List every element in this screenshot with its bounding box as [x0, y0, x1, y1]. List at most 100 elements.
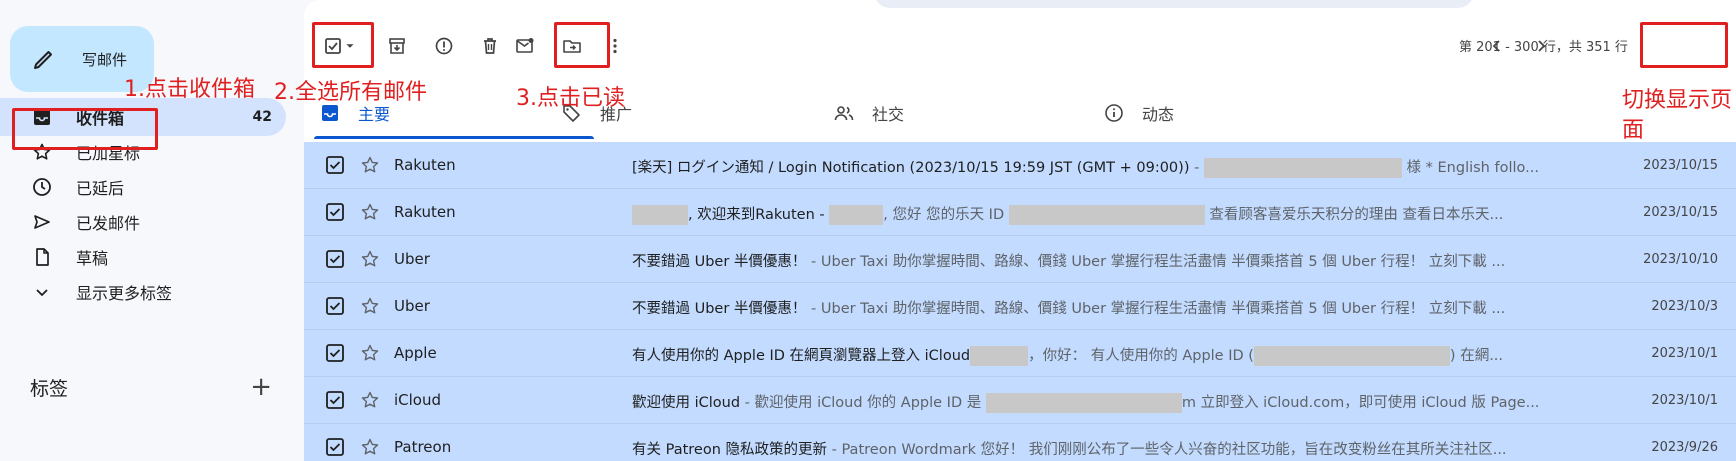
row-checkbox[interactable]	[326, 391, 344, 409]
sidebar-item-more[interactable]: 显示更多标签	[0, 273, 286, 311]
star-icon[interactable]	[360, 296, 380, 316]
sidebar-item-drafts[interactable]: 草稿	[0, 238, 286, 276]
sidebar-item-label: 显示更多标签	[76, 284, 173, 303]
email-snippet: - Uber Taxi 助你掌握時間、路線、價錢 Uber 掌握行程生活盡情 半…	[806, 301, 1506, 317]
add-label-button[interactable]: +	[250, 374, 272, 400]
email-snippet: 様 * English follo...	[1401, 160, 1539, 176]
email-date: 2023/10/1	[1651, 393, 1718, 408]
email-snippet: - Uber Taxi 助你掌握時間、路線、價錢 Uber 掌握行程生活盡情 半…	[806, 254, 1506, 270]
send-icon	[34, 215, 50, 229]
star-icon[interactable]	[360, 390, 380, 410]
row-checkbox[interactable]	[326, 438, 344, 456]
email-subject: , 欢迎来到Rakuten -	[688, 207, 830, 223]
star-icon[interactable]	[360, 202, 380, 222]
sidebar-item-starred[interactable]: 已加星标	[0, 133, 286, 171]
redacted-block	[970, 346, 1029, 366]
info-icon	[1105, 104, 1123, 122]
clock-icon	[33, 178, 51, 196]
mail-list-panel: 第 201 - 300 行，共 351 行 主要 推广 社交 动态 Rakute…	[304, 0, 1736, 461]
email-preview: 有关 Patreon 隐私政策的更新 - Patreon Wordmark 您好…	[632, 438, 1607, 459]
tab-updates[interactable]: 动态	[1104, 86, 1174, 140]
redacted-block	[1253, 346, 1450, 366]
email-snippet: ，你好： 有人使用你的 Apple ID (	[1028, 348, 1254, 364]
chevron-right-icon	[1538, 40, 1546, 52]
star-icon[interactable]	[360, 155, 380, 175]
row-checkbox[interactable]	[326, 156, 344, 174]
email-sender: Apple	[394, 344, 437, 362]
mark-as-read-button[interactable]	[510, 30, 540, 62]
email-subject: 有人使用你的 Apple ID 在網頁瀏覽器上登入 iCloud	[632, 348, 971, 364]
email-preview: 歡迎使用 iCloud - 歡迎使用 iCloud 你的 Apple ID 是 …	[632, 391, 1607, 413]
redacted-block	[1008, 205, 1205, 225]
annotation-step4-line2: 面	[1622, 118, 1645, 143]
delete-button[interactable]	[475, 30, 505, 62]
prev-page-button[interactable]	[1482, 30, 1512, 62]
sidebar-item-sent[interactable]: 已发邮件	[0, 203, 286, 241]
email-subject: 不要錯過 Uber 半價優惠！	[632, 254, 807, 270]
move-to-button[interactable]	[557, 30, 587, 62]
table-row[interactable]: Uber 不要錯過 Uber 半價優惠！ - Uber Taxi 助你掌握時間、…	[304, 283, 1736, 330]
annotation-step4-line1: 切换显示页	[1622, 88, 1733, 113]
more-actions-button[interactable]	[600, 30, 630, 62]
inbox-icon	[34, 109, 50, 125]
star-icon[interactable]	[360, 343, 380, 363]
unread-count: 42	[252, 109, 272, 125]
email-sender: Patreon	[394, 438, 452, 456]
chevron-left-icon	[1492, 40, 1500, 52]
next-page-button[interactable]	[1526, 30, 1556, 62]
sidebar-item-label: 收件箱	[76, 109, 125, 128]
search-bar[interactable]	[874, 0, 1474, 8]
row-checkbox[interactable]	[326, 250, 344, 268]
pencil-icon	[34, 51, 52, 69]
table-row[interactable]: Uber 不要錯過 Uber 半價優惠！ - Uber Taxi 助你掌握時間、…	[304, 236, 1736, 283]
email-date: 2023/10/15	[1643, 205, 1718, 220]
tab-label: 动态	[1142, 105, 1175, 124]
email-snippet: - 歡迎使用 iCloud 你的 Apple ID 是	[740, 395, 986, 411]
report-spam-button[interactable]	[429, 30, 459, 62]
star-icon	[33, 143, 51, 160]
star-icon[interactable]	[360, 249, 380, 269]
row-checkbox[interactable]	[326, 203, 344, 221]
redacted-block	[829, 205, 884, 225]
row-checkbox[interactable]	[326, 297, 344, 315]
sidebar-item-inbox[interactable]: 收件箱 42	[0, 98, 286, 136]
table-row[interactable]: iCloud 歡迎使用 iCloud - 歡迎使用 iCloud 你的 Appl…	[304, 377, 1736, 424]
email-snippet: m 立即登入 iCloud.com，即可使用 iCloud 版 Page...	[1181, 395, 1540, 411]
table-row[interactable]: Patreon 有关 Patreon 隐私政策的更新 - Patreon Wor…	[304, 424, 1736, 461]
email-subject: 歡迎使用 iCloud	[632, 395, 741, 411]
email-date: 2023/10/15	[1643, 158, 1718, 173]
active-tab-indicator	[314, 136, 594, 139]
email-sender: Uber	[394, 250, 430, 268]
email-preview: 有人使用你的 Apple ID 在網頁瀏覽器上登入 iCloud ，你好： 有人使…	[632, 344, 1607, 366]
row-checkbox[interactable]	[326, 344, 344, 362]
star-icon[interactable]	[360, 437, 380, 457]
caret-down-icon	[346, 44, 354, 48]
table-row[interactable]: Rakuten , 欢迎来到Rakuten - , 您好 您的乐天 ID 查看顾…	[304, 189, 1736, 236]
sidebar-item-snoozed[interactable]: 已延后	[0, 168, 286, 206]
folder-move-icon	[563, 40, 581, 53]
email-subject: 不要錯過 Uber 半價優惠！	[632, 301, 807, 317]
email-snippet: ) 在網...	[1449, 348, 1504, 364]
labels-title: 标签	[30, 377, 69, 400]
email-date: 2023/10/3	[1651, 299, 1718, 314]
email-snippet: 查看顾客喜爱乐天积分的理由 查看日本乐天...	[1204, 207, 1504, 223]
mark-read-icon	[516, 38, 534, 53]
email-sender: iCloud	[394, 391, 442, 409]
email-preview: 不要錯過 Uber 半價優惠！ - Uber Taxi 助你掌握時間、路線、價錢…	[632, 250, 1607, 271]
select-all-checkbox[interactable]	[318, 30, 362, 62]
email-snippet: , 您好 您的乐天 ID	[883, 207, 1009, 223]
email-date: 2023/10/1	[1651, 346, 1718, 361]
email-preview: , 欢迎来到Rakuten - , 您好 您的乐天 ID 查看顾客喜爱乐天积分的…	[632, 203, 1607, 225]
archive-icon	[389, 38, 405, 54]
tab-social[interactable]: 社交	[834, 86, 904, 140]
annotation-step3: 3.点击已读	[516, 86, 625, 111]
sidebar-item-label: 已加星标	[76, 144, 141, 163]
table-row[interactable]: Apple 有人使用你的 Apple ID 在網頁瀏覽器上登入 iCloud ，你…	[304, 330, 1736, 377]
people-icon	[834, 106, 854, 121]
email-snippet: - Patreon Wordmark 您好！ 我们刚刚公布了一些令人兴奋的社区功…	[827, 442, 1507, 458]
email-sender: Uber	[394, 297, 430, 315]
table-row[interactable]: Rakuten [楽天] ログイン通知 / Login Notification…	[304, 142, 1736, 189]
email-preview: 不要錯過 Uber 半價優惠！ - Uber Taxi 助你掌握時間、路線、價錢…	[632, 297, 1607, 318]
redacted-block	[985, 393, 1182, 413]
archive-button[interactable]	[382, 30, 412, 62]
